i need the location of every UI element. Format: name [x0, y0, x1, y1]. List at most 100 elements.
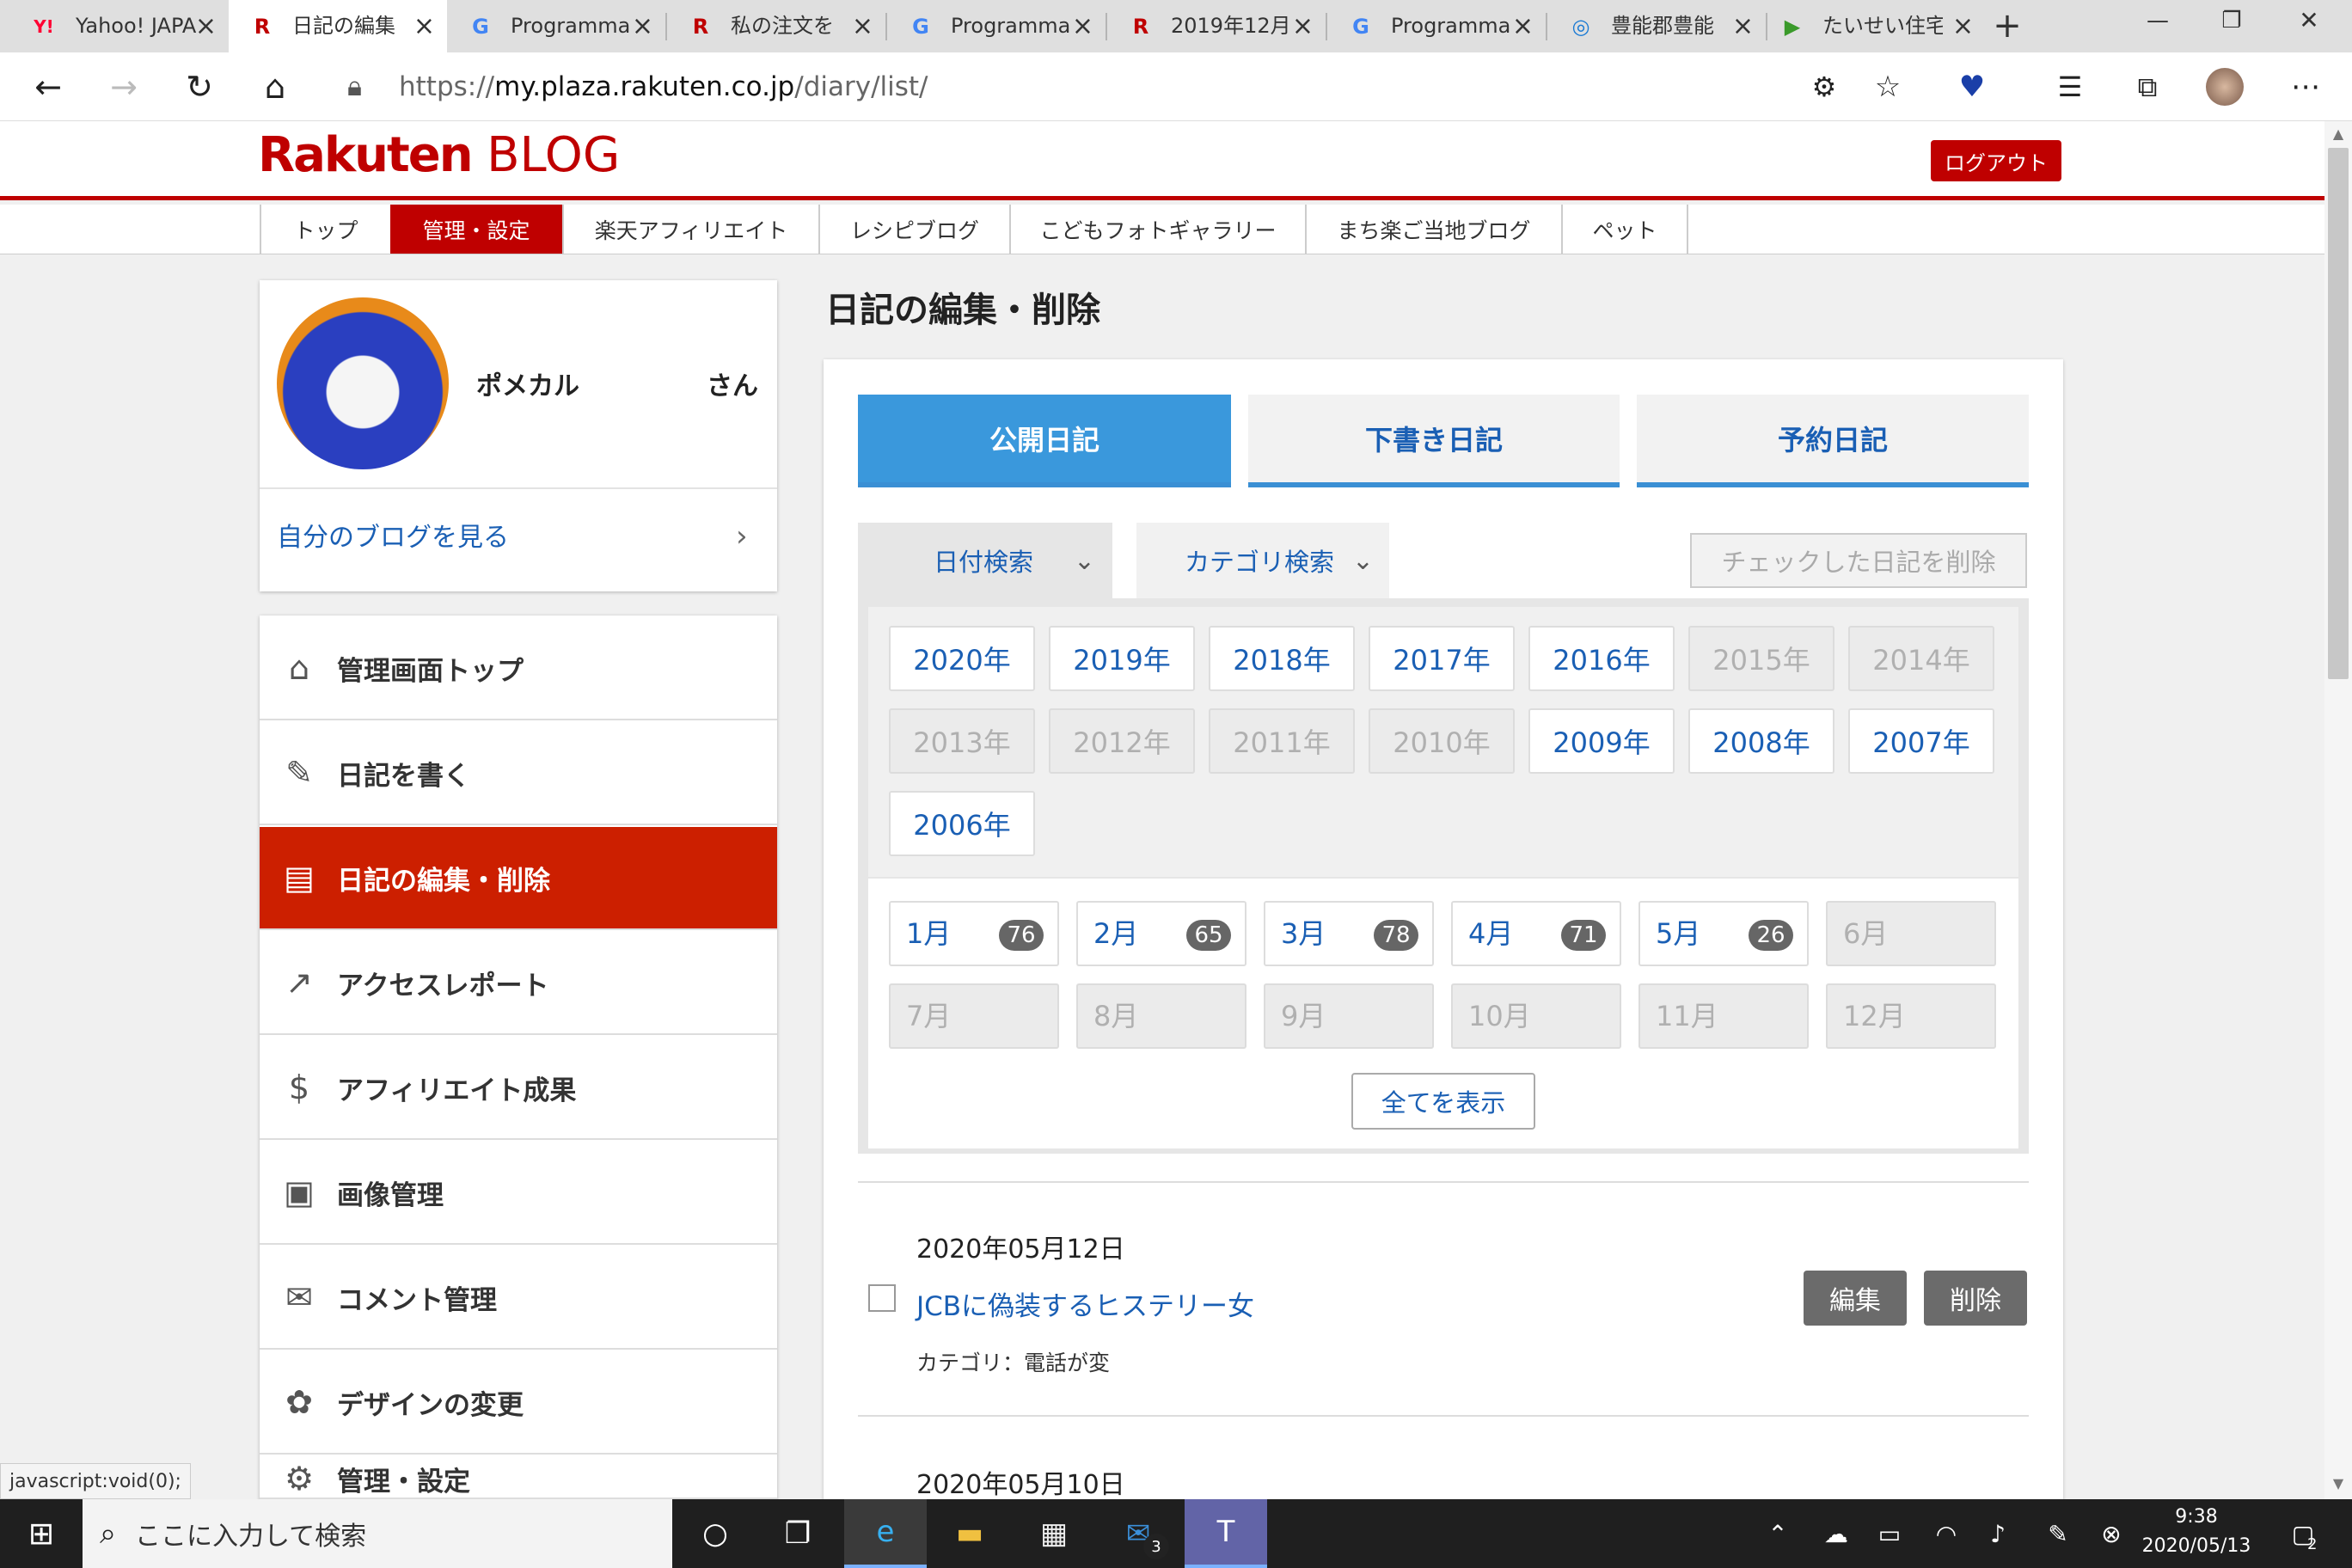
file-explorer-icon[interactable]: ▬ [928, 1499, 1011, 1568]
sidebar-item-admin-top[interactable]: ⌂ 管理画面トップ [260, 617, 777, 720]
sidebar-item-affiliate-results[interactable]: $ アフィリエイト成果 [260, 1037, 777, 1140]
browser-tab-active[interactable]: R 日記の編集 × [229, 0, 447, 52]
year-button-2019[interactable]: 2019年 [1049, 626, 1195, 691]
nav-kids-photo[interactable]: こどもフォトギャラリー [1009, 205, 1305, 254]
close-tab-icon[interactable]: × [1292, 0, 1314, 52]
entry-checkbox[interactable] [868, 1284, 896, 1312]
home-icon[interactable]: ⌂ [251, 63, 299, 111]
delete-button[interactable]: 削除 [1924, 1271, 2027, 1326]
browser-tab[interactable]: G Programma × [887, 0, 1106, 52]
year-button-2008[interactable]: 2008年 [1688, 708, 1834, 774]
sidebar-item-comments[interactable]: ✉ コメント管理 [260, 1246, 777, 1350]
nav-local-blog[interactable]: まち楽ご当地ブログ [1305, 205, 1561, 254]
profile-avatar[interactable] [2201, 63, 2249, 111]
edit-button[interactable]: 編集 [1804, 1271, 1907, 1326]
year-button-2017[interactable]: 2017年 [1369, 626, 1515, 691]
notification-icon[interactable]: ▢ 2 [2273, 1499, 2333, 1568]
close-tab-icon[interactable]: × [413, 0, 435, 52]
chevron-up-icon[interactable]: ⌃ [1754, 1499, 1802, 1568]
logout-button[interactable]: ログアウト [1931, 140, 2061, 181]
windows-start-icon[interactable]: ⊞ [0, 1499, 83, 1568]
year-button-2020[interactable]: 2020年 [889, 626, 1035, 691]
year-button-2006[interactable]: 2006年 [889, 791, 1035, 856]
browser-tab[interactable]: ▶ たいせい住宅 × [1767, 0, 1986, 52]
close-tab-icon[interactable]: × [1732, 0, 1754, 52]
nav-top[interactable]: トップ [260, 205, 390, 254]
tab-category-search[interactable]: カテゴリ検索 ⌄ [1136, 523, 1389, 598]
wifi-icon[interactable]: ◠ [1922, 1499, 1970, 1568]
lock-icon[interactable]: 🔒︎ [347, 70, 362, 103]
cortana-icon[interactable]: ○ [674, 1499, 756, 1568]
month-button-1[interactable]: 1月 76 [889, 901, 1059, 966]
tab-drafts[interactable]: 下書き日記 [1248, 395, 1620, 487]
browser-tab[interactable]: G Programma × [447, 0, 665, 52]
month-button-2[interactable]: 2月 65 [1076, 901, 1246, 966]
scroll-down-icon[interactable]: ▼ [2328, 1475, 2349, 1491]
delete-checked-button[interactable]: チェックした日記を削除 [1690, 533, 2027, 588]
entry-title-link[interactable]: JCBに偽装するヒステリー女 [916, 1284, 1254, 1323]
nav-recipe-blog[interactable]: レシピブログ [818, 205, 1009, 254]
edge-browser-icon[interactable]: e [844, 1499, 927, 1568]
year-button-2009[interactable]: 2009年 [1528, 708, 1675, 774]
favorite-star-icon[interactable]: ☆ [1864, 63, 1912, 111]
month-button-3[interactable]: 3月 78 [1264, 901, 1434, 966]
onedrive-icon[interactable]: ☁ [1812, 1499, 1860, 1568]
task-view-icon[interactable]: ❐ [756, 1499, 839, 1568]
close-tab-icon[interactable]: × [195, 0, 217, 52]
year-button-2007[interactable]: 2007年 [1848, 708, 1994, 774]
nav-settings[interactable]: 管理・設定 [390, 205, 562, 254]
close-tab-icon[interactable]: × [632, 0, 653, 52]
close-window-button[interactable]: ✕ [2275, 0, 2343, 41]
nav-affiliate[interactable]: 楽天アフィリエイト [562, 205, 818, 254]
rakuten-blog-logo[interactable]: Rakuten BLOG [258, 127, 620, 183]
close-tab-icon[interactable]: × [1512, 0, 1534, 52]
tab-published[interactable]: 公開日記 [858, 395, 1231, 487]
year-button-2016[interactable]: 2016年 [1528, 626, 1675, 691]
scrollbar-thumb[interactable] [2328, 148, 2349, 679]
refresh-icon[interactable]: ↻ [175, 63, 224, 111]
month-button-4[interactable]: 4月 71 [1451, 901, 1621, 966]
sidebar-item-edit-delete[interactable]: ▤ 日記の編集・削除 [260, 827, 777, 930]
store-icon[interactable]: ▦ [1013, 1499, 1095, 1568]
back-icon[interactable]: ← [24, 63, 72, 111]
close-tab-icon[interactable]: × [1952, 0, 1974, 52]
browser-tab[interactable]: G Programma × [1327, 0, 1546, 52]
browser-tab[interactable]: Y! Yahoo! JAPA × [0, 0, 229, 52]
teams-icon[interactable]: T [1185, 1499, 1267, 1568]
scroll-up-icon[interactable]: ▲ [2328, 126, 2349, 142]
user-avatar[interactable] [277, 297, 449, 469]
battery-icon[interactable]: ▭ [1865, 1499, 1914, 1568]
url-text[interactable]: https://my.plaza.rakuten.co.jp/diary/lis… [399, 63, 928, 111]
sidebar-item-design[interactable]: ✿ デザインの変更 [260, 1351, 777, 1455]
show-all-button[interactable]: 全てを表示 [1351, 1073, 1535, 1130]
browser-tab[interactable]: R 2019年12月 × [1107, 0, 1326, 52]
extension-heart-icon[interactable]: ♥ [1948, 63, 1996, 111]
taskbar-clock[interactable]: 9:38 2020/05/13 [2123, 1503, 2269, 1561]
restore-button[interactable]: ❐ [2197, 0, 2266, 41]
tracking-prevention-icon[interactable]: ⚙ [1800, 63, 1848, 111]
favorites-list-icon[interactable]: ☰ [2046, 63, 2094, 111]
tab-date-search[interactable]: 日付検索 ⌄ [858, 523, 1112, 598]
chevron-right-icon[interactable]: › [736, 519, 748, 554]
browser-tab[interactable]: ◎ 豊能郡豊能 × [1547, 0, 1766, 52]
pen-icon[interactable]: ✎ [2034, 1499, 2082, 1568]
url-bar[interactable]: 🔒︎ https://my.plaza.rakuten.co.jp/diary/… [323, 63, 1896, 111]
volume-icon[interactable]: ♪ [1974, 1499, 2022, 1568]
mail-icon[interactable]: ✉ 3 [1097, 1499, 1179, 1568]
collections-icon[interactable]: ⧉ [2123, 63, 2171, 111]
browser-tab[interactable]: R 私の注文を × [667, 0, 885, 52]
view-my-blog-link[interactable]: 自分のブログを見る [277, 516, 509, 554]
tab-scheduled[interactable]: 予約日記 [1637, 395, 2029, 487]
sidebar-item-write[interactable]: ✎ 日記を書く [260, 722, 777, 825]
more-menu-icon[interactable]: ⋯ [2282, 63, 2330, 111]
nav-pet[interactable]: ペット [1561, 205, 1688, 254]
sidebar-item-settings[interactable]: ⚙ 管理・設定 [260, 1456, 777, 1499]
new-tab-button[interactable]: + [1986, 0, 2029, 52]
month-button-5[interactable]: 5月 26 [1638, 901, 1809, 966]
taskbar-search-box[interactable]: ⌕ ここに入力して検索 [83, 1499, 672, 1568]
close-tab-icon[interactable]: × [1072, 0, 1093, 52]
sidebar-item-images[interactable]: ▣ 画像管理 [260, 1142, 777, 1245]
forward-icon[interactable]: → [100, 63, 148, 111]
minimize-button[interactable]: — [2123, 0, 2192, 41]
year-button-2018[interactable]: 2018年 [1209, 626, 1355, 691]
